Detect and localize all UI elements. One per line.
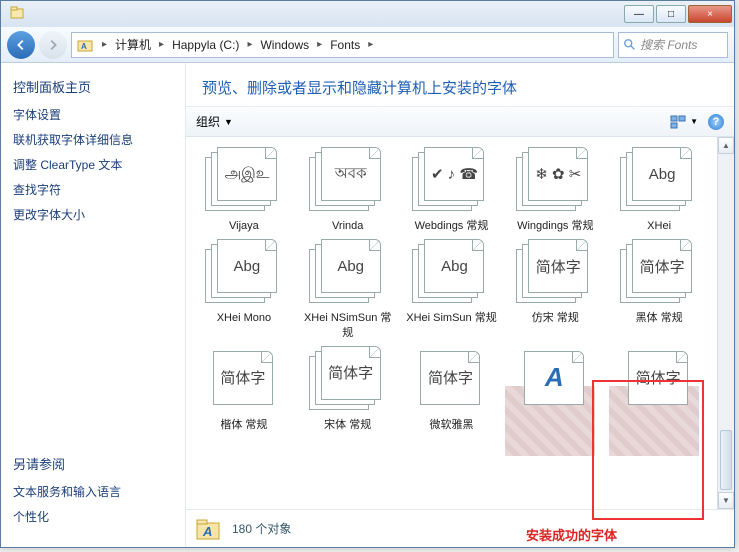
font-preview: ✔ ♪ ☎ (424, 147, 484, 201)
font-preview: 简体字 (321, 346, 381, 400)
main-panel: 预览、删除或者显示和隐藏计算机上安装的字体 组织 ▼ ▼ ? அஇஉVijay (186, 63, 734, 547)
sidebar: 控制面板主页 字体设置 联机获取字体详细信息 调整 ClearType 文本 查… (1, 63, 186, 547)
sidebar-link-text-services[interactable]: 文本服务和输入语言 (13, 483, 173, 500)
font-item[interactable]: Abg XHei Mono (194, 239, 294, 340)
font-label: Vrinda (332, 219, 363, 233)
chevron-right-icon: ▸ (362, 39, 379, 50)
annotation-text: 安装成功的字体 (526, 525, 617, 544)
sidebar-link-find-char[interactable]: 查找字符 (13, 181, 173, 198)
font-item[interactable]: Abg XHei (609, 147, 709, 233)
scroll-down-button[interactable]: ▼ (718, 492, 734, 509)
font-item[interactable]: 简体字宋体 常规 (298, 346, 398, 432)
chevron-down-icon: ▼ (224, 117, 233, 127)
sidebar-heading: 控制面板主页 (13, 77, 173, 96)
view-button[interactable]: ▼ (670, 115, 698, 129)
font-item[interactable]: 简体字 (609, 346, 709, 432)
scroll-thumb[interactable] (720, 430, 732, 490)
font-preview: Abg (321, 239, 381, 293)
nav-toolbar: A ▸ 计算机 ▸ Happyla (C:) ▸ Windows ▸ Fonts… (1, 27, 734, 63)
font-preview: Abg (632, 147, 692, 201)
search-icon (623, 38, 637, 52)
font-preview: Abg (217, 239, 277, 293)
font-preview: ❄ ✿ ✂ (528, 147, 588, 201)
font-label: Vijaya (229, 219, 259, 233)
back-button[interactable] (7, 31, 35, 59)
font-preview: 简体字 (632, 239, 692, 293)
breadcrumb[interactable]: A ▸ 计算机 ▸ Happyla (C:) ▸ Windows ▸ Fonts… (71, 32, 614, 58)
toolbar: 组织 ▼ ▼ ? (186, 107, 734, 137)
sidebar-link-personalize[interactable]: 个性化 (13, 508, 173, 525)
chevron-down-icon: ▼ (690, 117, 698, 126)
search-input[interactable]: 搜索 Fonts (618, 32, 728, 58)
font-label: 宋体 常规 (324, 418, 371, 432)
chevron-right-icon: ▸ (96, 39, 113, 50)
font-label: 微软雅黑 (429, 418, 473, 432)
font-label: XHei NSimSun 常规 (300, 311, 396, 340)
page-title: 预览、删除或者显示和隐藏计算机上安装的字体 (202, 77, 718, 98)
font-item[interactable]: 简体字楷体 常规 (194, 346, 294, 432)
font-label: 楷体 常规 (220, 418, 267, 432)
font-preview: அஇஉ (217, 147, 277, 201)
font-preview: 简体字 (528, 239, 588, 293)
font-preview: A (524, 351, 584, 405)
search-placeholder: 搜索 Fonts (640, 36, 697, 53)
sidebar-link-font-size[interactable]: 更改字体大小 (13, 206, 173, 223)
font-grid: அஇஉ Vijaya অবক Vrinda ✔ ♪ ☎ Webdings 常规 ❄ ✿ ✂ W… (186, 137, 717, 509)
font-label: Webdings 常规 (415, 219, 489, 233)
chevron-right-icon: ▸ (311, 39, 328, 50)
window-icon (9, 5, 25, 21)
font-item[interactable]: 简体字仿宋 常规 (505, 239, 605, 340)
sidebar-see-also-heading: 另请参阅 (13, 454, 173, 473)
folder-icon: A (76, 36, 94, 54)
font-label: 仿宋 常规 (532, 311, 579, 325)
status-count: 180 个对象 (232, 520, 291, 537)
sidebar-link-font-settings[interactable]: 字体设置 (13, 106, 173, 123)
font-item[interactable]: ✔ ♪ ☎ Webdings 常规 (402, 147, 502, 233)
font-item[interactable]: A (505, 346, 605, 432)
font-item[interactable]: அஇஉ Vijaya (194, 147, 294, 233)
titlebar[interactable]: — □ × (1, 1, 734, 27)
status-bar: A 180 个对象 (186, 509, 734, 547)
font-label: XHei (647, 219, 671, 233)
font-preview: অবক (321, 147, 381, 201)
forward-button[interactable] (39, 31, 67, 59)
svg-text:A: A (202, 524, 212, 539)
font-item[interactable]: ❄ ✿ ✂ Wingdings 常规 (505, 147, 605, 233)
font-preview: 简体字 (628, 351, 688, 405)
vertical-scrollbar[interactable]: ▲ ▼ (717, 137, 734, 509)
organize-button[interactable]: 组织 ▼ (196, 113, 233, 130)
sidebar-link-online-fonts[interactable]: 联机获取字体详细信息 (13, 131, 173, 148)
crumb-fonts[interactable]: Fonts (328, 36, 362, 54)
font-item[interactable]: 简体字黑体 常规 (609, 239, 709, 340)
fonts-folder-icon: A (194, 515, 222, 543)
font-item[interactable]: অবক Vrinda (298, 147, 398, 233)
chevron-right-icon: ▸ (153, 39, 170, 50)
crumb-drive[interactable]: Happyla (C:) (170, 36, 241, 54)
font-label: XHei SimSun 常规 (406, 311, 496, 325)
sidebar-link-cleartype[interactable]: 调整 ClearType 文本 (13, 156, 173, 173)
minimize-button[interactable]: — (624, 5, 654, 23)
font-item[interactable]: Abg XHei SimSun 常规 (402, 239, 502, 340)
font-preview: 简体字 (420, 351, 480, 405)
crumb-computer[interactable]: 计算机 (113, 34, 153, 55)
font-item[interactable]: 简体字微软雅黑 (402, 346, 502, 432)
font-label: 黑体 常规 (636, 311, 683, 325)
font-label: XHei Mono (217, 311, 271, 325)
font-preview: 简体字 (213, 351, 273, 405)
close-button[interactable]: × (688, 5, 732, 23)
font-preview: Abg (424, 239, 484, 293)
font-item[interactable]: Abg XHei NSimSun 常规 (298, 239, 398, 340)
scroll-up-button[interactable]: ▲ (718, 137, 734, 154)
maximize-button[interactable]: □ (656, 5, 686, 23)
font-label: Wingdings 常规 (517, 219, 593, 233)
svg-text:A: A (81, 42, 87, 51)
crumb-windows[interactable]: Windows (258, 36, 311, 54)
chevron-right-icon: ▸ (241, 39, 258, 50)
help-icon: ? (708, 114, 724, 130)
help-button[interactable]: ? (708, 114, 724, 130)
